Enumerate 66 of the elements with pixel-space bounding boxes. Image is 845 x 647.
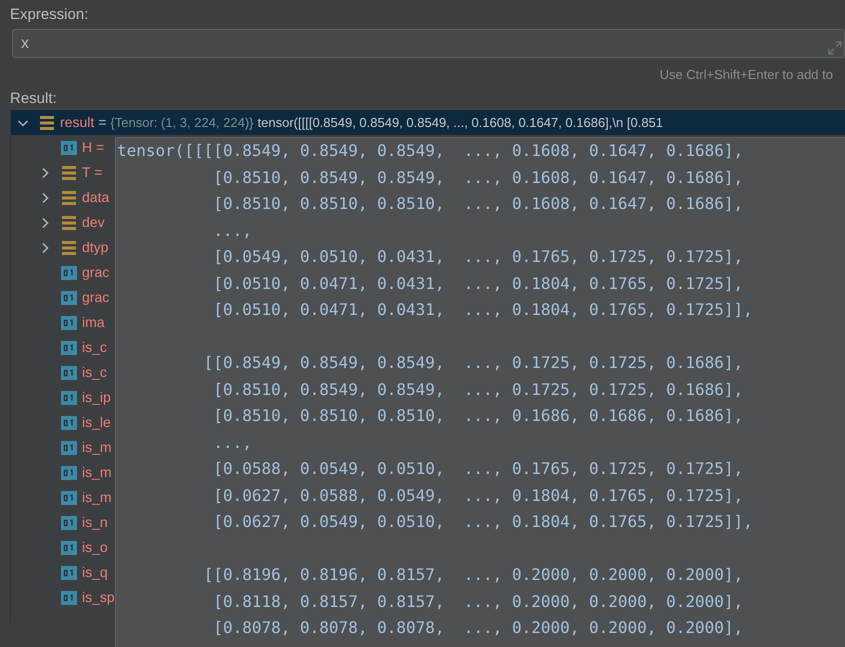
binary-value-icon — [61, 464, 77, 480]
variable-name: ima — [82, 313, 105, 332]
list-icon — [61, 240, 77, 256]
expression-label: Expression: — [10, 5, 88, 25]
variable-name: is_c — [82, 338, 107, 357]
variable-type: {Tensor: (1, 3, 224, 224)} — [110, 114, 254, 132]
binary-value-icon — [61, 290, 77, 306]
variable-name: is_q — [82, 563, 108, 582]
variable-name: grac — [82, 288, 110, 307]
variable-name: result — [60, 113, 94, 132]
binary-value-icon — [61, 414, 77, 430]
binary-value-icon — [61, 564, 77, 580]
variable-name: data — [82, 188, 110, 207]
tensor-line: [0.0627, 0.0588, 0.0549, ..., 0.1804, 0.1765, 0.1725], — [212, 484, 744, 506]
binary-value-icon — [61, 540, 77, 556]
variable-name: T = — [82, 163, 102, 182]
variable-name: is_m — [82, 488, 112, 507]
list-icon — [61, 164, 77, 180]
tensor-line: [[0.8196, 0.8196, 0.8157, ..., 0.2000, 0.2000, 0.2000], — [202, 564, 744, 586]
binary-value-icon — [61, 390, 77, 406]
hint-text: Use Ctrl+Shift+Enter to add to — [660, 66, 833, 84]
binary-value-icon — [61, 340, 77, 356]
binary-value-icon — [61, 490, 77, 506]
variable-name: dev — [82, 213, 105, 232]
tensor-line: tensor([[[[0.8549, 0.8549, 0.8549, ..., 0.1608, 0.1647, 0.1686], — [117, 140, 744, 162]
binary-value-icon — [61, 140, 77, 156]
tensor-line: ..., — [212, 220, 252, 242]
list-icon — [61, 190, 77, 206]
variable-name: H = — [82, 138, 104, 157]
tensor-line: [0.8510, 0.8510, 0.8510, ..., 0.1686, 0.1686, 0.1686], — [212, 405, 744, 427]
variable-value: tensor([[[[0.8549, 0.8549, 0.8549, ..., 0.1608, 0.1647, 0.1686],\n [0.851 — [258, 114, 664, 132]
equals-sign: = — [98, 113, 106, 132]
variable-name: is_sp — [82, 588, 115, 607]
tensor-line: [0.8078, 0.8078, 0.8078, ..., 0.2000, 0.2000, 0.2000], — [212, 617, 744, 639]
variable-name: grac — [82, 263, 110, 282]
tensor-line: [0.8118, 0.8157, 0.8157, ..., 0.2000, 0.2000, 0.2000], — [212, 590, 744, 612]
tensor-line: [0.8510, 0.8510, 0.8510, ..., 0.1608, 0.1647, 0.1686], — [212, 193, 744, 215]
variable-name: is_le — [82, 413, 111, 432]
list-icon — [39, 114, 55, 130]
binary-value-icon — [61, 590, 77, 606]
tensor-line: [0.0510, 0.0471, 0.0431, ..., 0.1804, 0.1765, 0.1725]], — [212, 299, 753, 321]
tensor-line: [0.0627, 0.0549, 0.0510, ..., 0.1804, 0.1765, 0.1725]], — [212, 511, 753, 533]
tensor-line: ..., — [212, 432, 252, 454]
list-icon — [61, 214, 77, 230]
tensor-line: [0.0510, 0.0471, 0.0431, ..., 0.1804, 0.1765, 0.1725], — [212, 272, 744, 294]
variable-name: is_m — [82, 463, 112, 482]
binary-value-icon — [61, 364, 77, 380]
selected-tree-row[interactable]: result = {Tensor: (1, 3, 224, 224)} tensor([[[[0.8549, 0.8549, 0.8549, ..., 0.1608, 0.1647, 0.1686],\n [0.851 — [11, 110, 845, 135]
binary-value-icon — [61, 264, 77, 280]
binary-value-icon — [61, 314, 77, 330]
result-label: Result: — [10, 89, 57, 109]
variable-name: dtyp — [82, 238, 108, 257]
variable-name: is_o — [82, 538, 108, 557]
binary-value-icon — [61, 440, 77, 456]
expression-field[interactable]: x — [12, 29, 845, 58]
expression-value: x — [21, 34, 30, 54]
variable-name: is_n — [82, 513, 108, 532]
variable-name: is_c — [82, 363, 107, 382]
tensor-line: [0.8510, 0.8549, 0.8549, ..., 0.1608, 0.1647, 0.1686], — [212, 166, 744, 188]
tensor-line: [[0.8549, 0.8549, 0.8549, ..., 0.1725, 0.1725, 0.1686], — [202, 352, 744, 374]
tensor-line: [0.8510, 0.8549, 0.8549, ..., 0.1725, 0.1725, 0.1686], — [212, 378, 744, 400]
tensor-line: [0.0588, 0.0549, 0.0510, ..., 0.1765, 0.1725, 0.1725], — [212, 458, 744, 480]
variable-name: is_ip — [82, 388, 111, 407]
binary-value-icon — [61, 514, 77, 530]
variable-name: is_m — [82, 438, 112, 457]
tensor-line: [0.0549, 0.0510, 0.0431, ..., 0.1765, 0.1725, 0.1725], — [212, 246, 744, 268]
